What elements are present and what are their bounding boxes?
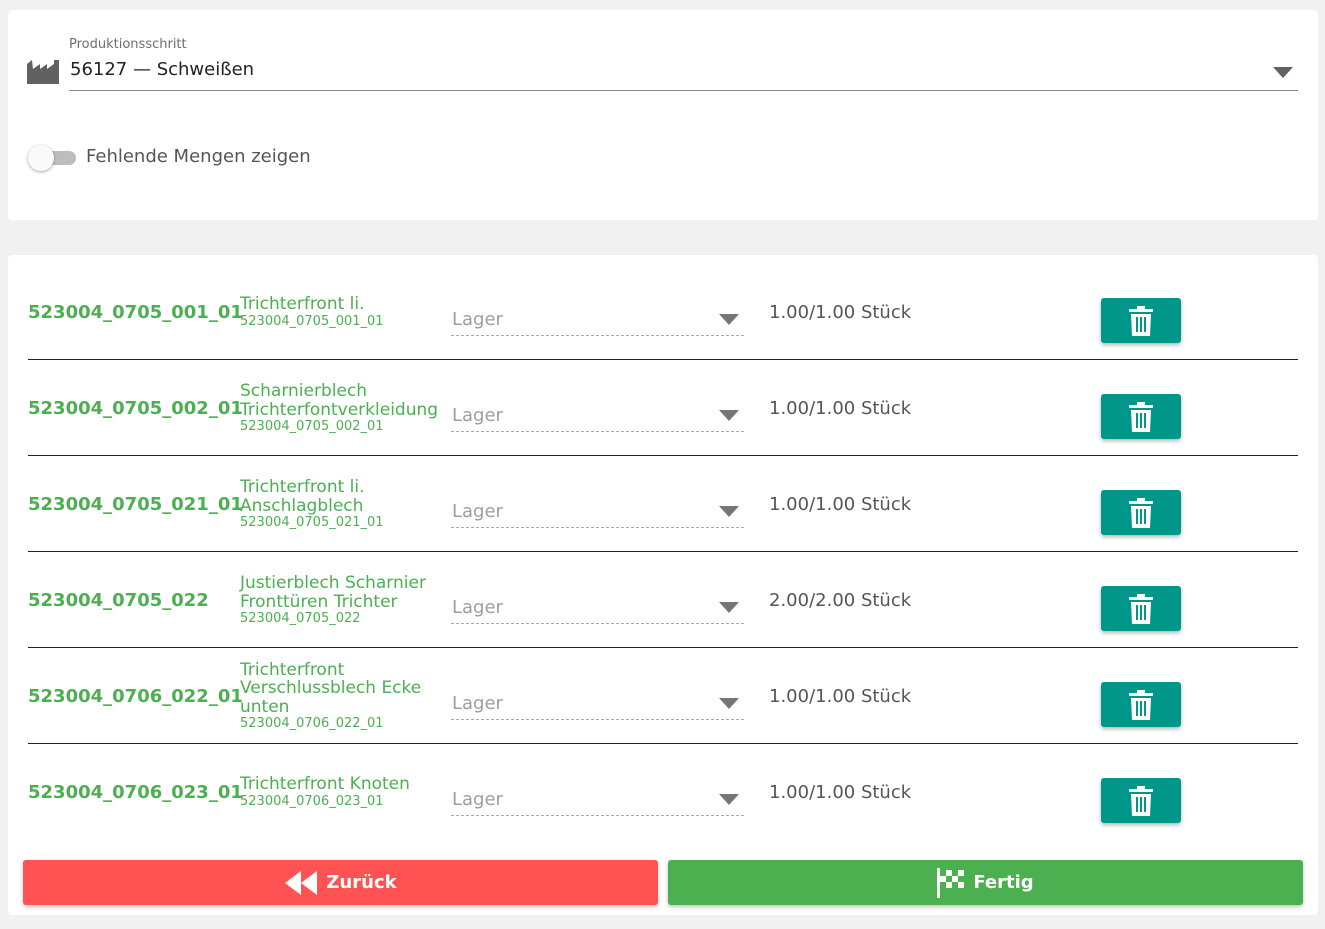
- lager-select[interactable]: Lager: [451, 304, 744, 336]
- trash-icon: [1129, 401, 1153, 432]
- toggle-knob: [28, 145, 54, 171]
- production-step-label: Produktionsschritt: [69, 37, 187, 52]
- caret-down-icon[interactable]: [1273, 67, 1293, 79]
- lager-underline: [451, 335, 744, 336]
- lager-placeholder: Lager: [452, 597, 503, 618]
- trash-icon: [1129, 497, 1153, 528]
- item-code: 523004_0705_022: [28, 589, 209, 611]
- caret-down-icon: [719, 410, 739, 421]
- trash-icon: [1129, 593, 1153, 624]
- fast-backward-icon: [285, 870, 318, 895]
- item-name: Trichterfront Knoten: [240, 774, 410, 795]
- item-code: 523004_0706_022_01: [28, 685, 243, 707]
- lager-select[interactable]: Lager: [451, 784, 744, 816]
- item-subcode: 523004_0706_023_01: [240, 793, 384, 809]
- item-description: Scharnierblech Trichterfontverkleidung 5…: [240, 360, 440, 456]
- item-subcode: 523004_0705_001_01: [240, 313, 384, 329]
- trash-icon: [1129, 305, 1153, 336]
- list-item: 523004_0705_021_01 Trichterfront li. Ans…: [28, 456, 1298, 552]
- list-item: 523004_0705_002_01 Scharnierblech Tricht…: [28, 360, 1298, 456]
- lager-underline: [451, 527, 744, 528]
- delete-button[interactable]: [1101, 490, 1181, 535]
- trash-icon: [1129, 785, 1153, 816]
- item-quantity: 1.00/1.00 Stück: [769, 781, 912, 803]
- caret-down-icon: [719, 698, 739, 709]
- item-name: Trichterfront li.: [240, 294, 365, 315]
- lager-underline: [451, 719, 744, 720]
- item-name: Scharnierblech Trichterfontverkleidung: [240, 381, 439, 420]
- done-button-label: Fertig: [973, 872, 1034, 893]
- item-subcode: 523004_0705_021_01: [240, 515, 384, 530]
- lager-placeholder: Lager: [452, 501, 503, 522]
- lager-placeholder: Lager: [452, 309, 503, 330]
- item-subcode: 523004_0705_022: [240, 611, 361, 626]
- delete-button[interactable]: [1101, 394, 1181, 439]
- item-code: 523004_0706_023_01: [28, 781, 243, 803]
- lager-select[interactable]: Lager: [451, 688, 744, 720]
- item-name: Justierblech Scharnier Fronttüren Tricht…: [240, 573, 426, 612]
- factory-icon: [27, 60, 59, 84]
- lager-underline: [451, 623, 744, 624]
- delete-button[interactable]: [1101, 298, 1181, 343]
- checkered-flag-icon: [937, 867, 965, 898]
- item-description: Trichterfront li. Anschlagblech 523004_0…: [240, 456, 440, 552]
- item-subcode: 523004_0706_022_01: [240, 716, 384, 732]
- item-quantity: 1.00/1.00 Stück: [769, 301, 912, 323]
- items-list-card: 523004_0705_001_01 Trichterfront li. 523…: [8, 255, 1318, 915]
- delete-button[interactable]: [1101, 682, 1181, 727]
- lager-placeholder: Lager: [452, 405, 503, 426]
- item-name: Trichterfront Verschlussblech Ecke unten: [240, 659, 422, 717]
- lager-placeholder: Lager: [452, 789, 503, 810]
- item-description: Trichterfront li. 523004_0705_001_01: [240, 264, 440, 360]
- list-item: 523004_0705_022 Justierblech Scharnier F…: [28, 552, 1298, 648]
- lager-select[interactable]: Lager: [451, 400, 744, 432]
- caret-down-icon: [719, 314, 739, 325]
- delete-button[interactable]: [1101, 586, 1181, 631]
- item-description: Trichterfront Verschlussblech Ecke unten…: [240, 648, 440, 744]
- list-item: 523004_0706_023_01 Trichterfront Knoten …: [28, 744, 1298, 840]
- missing-quantities-label: Fehlende Mengen zeigen: [86, 146, 311, 167]
- item-name: Trichterfront li. Anschlagblech: [240, 477, 365, 516]
- lager-select[interactable]: Lager: [451, 496, 744, 528]
- missing-quantities-toggle[interactable]: [28, 145, 78, 171]
- trash-icon: [1129, 689, 1153, 720]
- list-item: 523004_0705_001_01 Trichterfront li. 523…: [28, 264, 1298, 360]
- item-description: Trichterfront Knoten 523004_0706_023_01: [240, 744, 440, 840]
- production-step-card: Produktionsschritt 56127 — Schweißen Feh…: [8, 10, 1318, 220]
- lager-select[interactable]: Lager: [451, 592, 744, 624]
- lager-underline: [451, 815, 744, 816]
- item-quantity: 1.00/1.00 Stück: [769, 685, 912, 707]
- lager-underline: [451, 431, 744, 432]
- production-step-select[interactable]: 56127 — Schweißen: [70, 59, 254, 80]
- item-quantity: 2.00/2.00 Stück: [769, 589, 912, 611]
- lager-placeholder: Lager: [452, 693, 503, 714]
- item-code: 523004_0705_001_01: [28, 301, 243, 323]
- item-quantity: 1.00/1.00 Stück: [769, 397, 912, 419]
- item-code: 523004_0705_021_01: [28, 493, 243, 515]
- done-button[interactable]: Fertig: [668, 860, 1303, 905]
- item-subcode: 523004_0705_002_01: [240, 419, 384, 434]
- caret-down-icon: [719, 506, 739, 517]
- back-button-label: Zurück: [326, 872, 397, 893]
- caret-down-icon: [719, 602, 739, 613]
- production-step-underline: [69, 90, 1298, 91]
- back-button[interactable]: Zurück: [23, 860, 658, 905]
- item-code: 523004_0705_002_01: [28, 397, 243, 419]
- item-quantity: 1.00/1.00 Stück: [769, 493, 912, 515]
- item-description: Justierblech Scharnier Fronttüren Tricht…: [240, 552, 440, 648]
- caret-down-icon: [719, 794, 739, 805]
- list-item: 523004_0706_022_01 Trichterfront Verschl…: [28, 648, 1298, 744]
- delete-button[interactable]: [1101, 778, 1181, 823]
